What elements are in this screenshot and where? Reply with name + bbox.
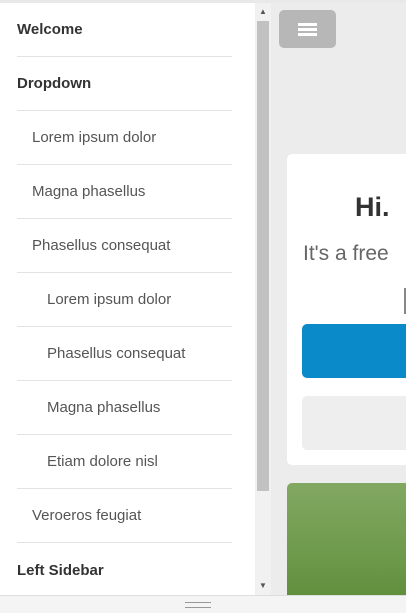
scrollbar-thumb[interactable] <box>257 21 269 491</box>
hamburger-menu-icon <box>298 21 317 38</box>
sidebar-item-dropdown[interactable]: Dropdown <box>17 57 232 111</box>
primary-button[interactable] <box>302 324 406 378</box>
banner-card: Hi. It's a free <box>287 154 406 465</box>
main-content: Hi. It's a free <box>271 3 406 595</box>
triangle-up-icon[interactable]: ▲ <box>255 5 271 19</box>
sidebar-subitem-phasellus-consequat[interactable]: Phasellus consequat <box>17 327 232 381</box>
window-bottom-bar <box>0 595 406 613</box>
secondary-button[interactable] <box>302 396 406 450</box>
sidebar-item-left-sidebar[interactable]: Left Sidebar <box>17 543 232 595</box>
sidebar-item-veroeros-feugiat[interactable]: Veroeros feugiat <box>17 489 232 543</box>
sidebar-subitem-lorem-ipsum-dolor[interactable]: Lorem ipsum dolor <box>17 273 232 327</box>
sidebar-item-phasellus-consequat[interactable]: Phasellus consequat <box>17 219 232 273</box>
sidebar-subitem-etiam-dolore-nisl[interactable]: Etiam dolore nisl <box>17 435 232 489</box>
triangle-down-icon[interactable]: ▼ <box>255 579 271 593</box>
banner-text: It's a free <box>303 242 389 265</box>
menu-toggle-button[interactable] <box>279 10 336 48</box>
sidebar-item-welcome[interactable]: Welcome <box>17 3 232 57</box>
banner-title: Hi. <box>355 192 390 222</box>
sidebar-scrollbar[interactable]: ▲ ▼ <box>255 3 271 595</box>
sidebar-item-lorem-ipsum-dolor[interactable]: Lorem ipsum dolor <box>17 111 232 165</box>
resize-grip-icon[interactable] <box>185 602 211 608</box>
sidebar-subitem-magna-phasellus[interactable]: Magna phasellus <box>17 381 232 435</box>
sidebar-panel: Welcome Dropdown Lorem ipsum dolor Magna… <box>0 3 255 595</box>
sidebar-item-magna-phasellus[interactable]: Magna phasellus <box>17 165 232 219</box>
hero-image <box>287 483 406 595</box>
